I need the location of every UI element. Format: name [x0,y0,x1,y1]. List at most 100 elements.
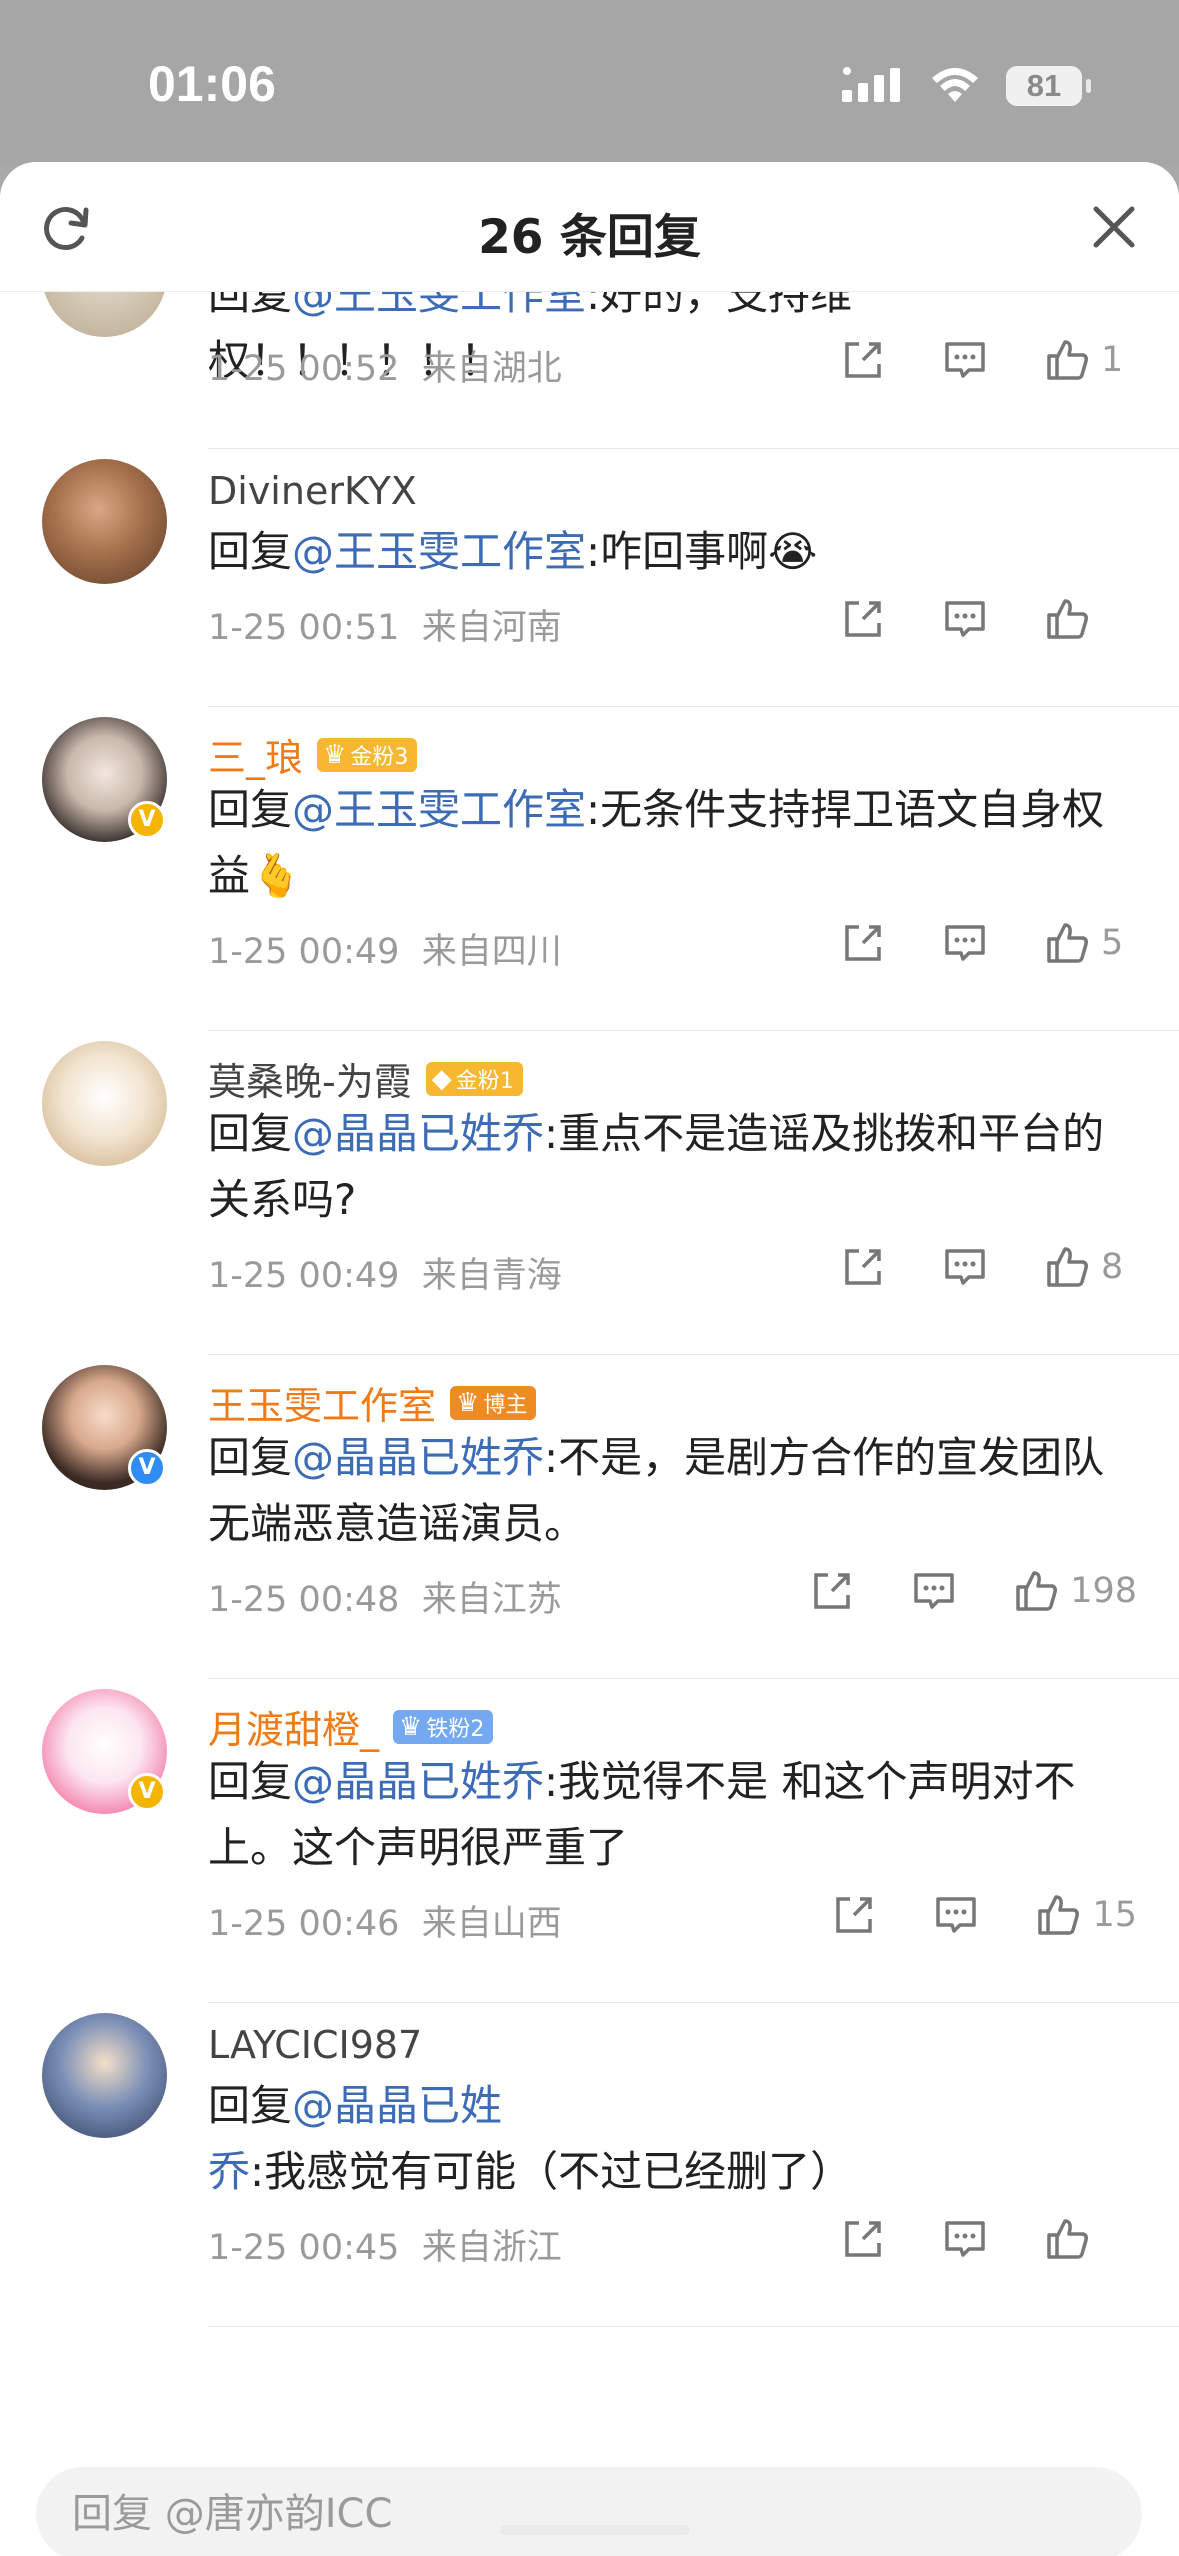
crown-icon: ♛ [399,1711,423,1742]
battery-indicator: 81 [1006,66,1091,106]
like-count: 8 [1101,1247,1124,1287]
thumbs-up-icon [1047,2219,1088,2259]
username[interactable]: LAYCICI987 [208,2023,422,2067]
status-bar: 01:06 81 [0,0,1179,165]
username[interactable]: 月渡甜橙_ ♛ 铁粉2 [208,1699,494,1754]
thumbs-up-icon [1038,1895,1080,1935]
close-icon[interactable] [1091,204,1137,250]
comment-actions [839,2215,1137,2263]
comment-meta: 1-25 00:49 来自四川 [208,932,562,972]
comment-meta: 1-25 00:48 来自江苏 [208,1580,562,1620]
like-count: 15 [1092,1895,1137,1935]
like-button[interactable]: 8 [1043,1243,1137,1291]
status-time: 01:06 [148,56,276,112]
reply-text[interactable]: 回复@王玉雯工作室:无条件支持捍卫语文自身权益🫰 [208,777,1138,909]
share-icon[interactable] [839,2215,887,2263]
username[interactable]: 三_琅 ♛ 金粉3 [208,727,418,782]
comment-icon[interactable] [910,1567,958,1615]
mention-link[interactable]: @晶晶已姓乔 [292,1433,544,1482]
comment-icon[interactable] [941,336,989,384]
verified-badge: V [128,801,166,839]
mention-link[interactable]: @王玉雯工作室 [292,292,586,319]
username[interactable]: 莫桑晚-为霞 ◆ 金粉1 [208,1051,523,1106]
avatar[interactable] [42,292,167,337]
status-icons: 81 [842,62,1091,110]
reply-text[interactable]: 回复@晶晶已姓乔:不是，是剧方合作的宣发团队无端恶意造谣演员。 [208,1425,1138,1557]
like-count: 5 [1101,923,1124,963]
like-button[interactable]: 1 [1043,336,1137,384]
comment-item: V 王玉雯工作室 ♛ 博主 回复@晶晶已姓乔:不是，是剧方合作的宣发团队无端恶意造… [0,1355,1179,1679]
comment-list[interactable]: 回复@王玉雯工作室:好的，支持维权！！！！！！ 1-25 00:52 来自湖北 … [0,292,1179,2477]
fan-badge: ♛ 金粉3 [317,737,418,772]
author-badge: ♛ 博主 [450,1385,537,1420]
crown-icon: ♛ [456,1387,480,1418]
comment-actions: 8 [839,1243,1137,1291]
comment-icon[interactable] [932,1891,980,1939]
avatar[interactable] [42,459,167,584]
share-icon[interactable] [839,336,887,384]
fan-badge: ◆ 金粉1 [425,1061,523,1096]
mention-link[interactable]: @晶晶已姓乔 [292,1109,544,1158]
verified-badge: V [128,1449,166,1487]
share-icon[interactable] [839,1243,887,1291]
like-button[interactable] [1043,2215,1137,2263]
like-button[interactable]: 15 [1034,1891,1137,1939]
like-count: 198 [1070,1571,1137,1611]
sheet-header: 26 条回复 [0,162,1179,292]
comment-icon[interactable] [941,1243,989,1291]
thumbs-up-icon [1047,340,1088,380]
comment-icon[interactable] [941,2215,989,2263]
comment-icon[interactable] [941,919,989,967]
mention-link[interactable]: @王玉雯工作室 [292,527,586,576]
like-button[interactable]: 198 [1012,1567,1137,1615]
comment-meta: 1-25 00:46 来自山西 [208,1904,562,1944]
divider [208,2326,1179,2327]
share-icon[interactable] [839,595,887,643]
comment-actions: 1 [839,336,1137,384]
comment-item: DivinerKYX 回复@王玉雯工作室:咋回事啊😭 1-25 00:51 来自… [0,449,1179,707]
comment-meta: 1-25 00:45 来自浙江 [208,2228,562,2268]
thumbs-up-icon [1016,1571,1058,1611]
comment-actions [839,595,1137,643]
gem-icon: ◆ [431,1063,452,1094]
thumbs-up-icon [1047,599,1088,639]
comment-meta: 1-25 00:52 来自湖北 [208,349,562,389]
share-icon[interactable] [839,919,887,967]
comment-item: 莫桑晚-为霞 ◆ 金粉1 回复@晶晶已姓乔:重点不是造谣及挑拨和平台的关系吗? 1… [0,1031,1179,1355]
comment-item: V 月渡甜橙_ ♛ 铁粉2 回复@晶晶已姓乔:我觉得不是 和这个声明对不上。这个声… [0,1679,1179,2003]
comment-item: V 三_琅 ♛ 金粉3 回复@王玉雯工作室:无条件支持捍卫语文自身权益🫰 1-25… [0,707,1179,1031]
comment-actions: 5 [839,919,1137,967]
share-icon[interactable] [830,1891,878,1939]
reply-text[interactable]: 回复@晶晶已姓乔:重点不是造谣及挑拨和平台的关系吗? [208,1101,1138,1233]
username[interactable]: 王玉雯工作室 ♛ 博主 [208,1375,537,1430]
like-button[interactable] [1043,595,1137,643]
reply-bar: 回复 @唐亦韵ICC [0,2467,1179,2556]
reply-text[interactable]: 回复@晶晶已姓乔:我感觉有可能（不过已经删了） [208,2073,1138,2205]
wifi-icon [932,68,978,102]
comment-actions: 15 [830,1891,1137,1939]
comment-icon[interactable] [941,595,989,643]
comment-item: LAYCICI987 回复@晶晶已姓乔:我感觉有可能（不过已经删了） 1-25 … [0,2003,1179,2327]
comment-actions: 198 [808,1567,1137,1615]
mention-link[interactable]: @晶晶已姓乔 [292,1757,544,1806]
sheet-title: 26 条回复 [478,210,701,265]
verified-badge: V [128,1773,166,1811]
like-count: 1 [1101,340,1124,380]
username[interactable]: DivinerKYX [208,469,417,513]
replies-sheet: 26 条回复 回复@王玉雯工作室:好的，支持维权！！！！！！ 1-25 00:5… [0,162,1179,2556]
reply-input[interactable]: 回复 @唐亦韵ICC [36,2467,1142,2556]
avatar[interactable] [42,1041,167,1166]
mention-link[interactable]: @王玉雯工作室 [292,785,586,834]
fan-badge: ♛ 铁粉2 [393,1709,494,1744]
cellular-signal-icon [842,67,900,102]
share-icon[interactable] [808,1567,856,1615]
crown-icon: ♛ [323,739,347,770]
reply-text[interactable]: 回复@王玉雯工作室:咋回事啊😭 [208,519,1138,585]
thumbs-up-icon [1047,1247,1088,1287]
comment-meta: 1-25 00:49 来自青海 [208,1256,562,1296]
comment-meta: 1-25 00:51 来自河南 [208,608,562,648]
reply-text[interactable]: 回复@晶晶已姓乔:我觉得不是 和这个声明对不上。这个声明很严重了 [208,1749,1138,1881]
home-indicator [500,2525,690,2535]
avatar[interactable] [42,2013,167,2138]
like-button[interactable]: 5 [1043,919,1137,967]
